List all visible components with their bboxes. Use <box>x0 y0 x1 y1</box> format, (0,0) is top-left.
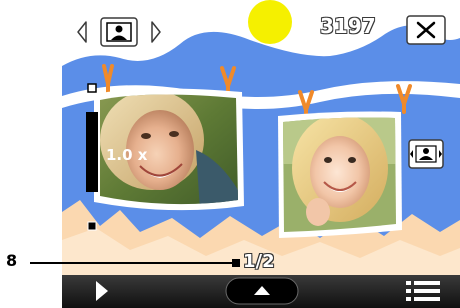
close-button[interactable] <box>406 15 446 45</box>
zoom-slider-top-handle[interactable] <box>87 83 97 93</box>
view-mode-button[interactable] <box>100 17 138 47</box>
chevron-up-button[interactable] <box>225 277 299 305</box>
callout-leader-line <box>30 262 235 264</box>
sun-graphic <box>248 0 292 44</box>
callout-number: 8 <box>6 251 18 270</box>
callout-marker <box>232 259 240 267</box>
zoom-slider-bottom-handle[interactable] <box>87 221 97 231</box>
photo-viewer-screen: 3197 1.0 x 1/2 8 <box>0 0 460 308</box>
zoom-level-label: 1.0 x <box>106 146 148 164</box>
page-indicator: 1/2 <box>243 251 275 272</box>
photo-girl[interactable] <box>278 111 402 239</box>
zoom-slider-track[interactable] <box>86 112 98 192</box>
photo-counter: 3197 <box>320 14 376 38</box>
slideshow-side-button[interactable] <box>408 139 444 169</box>
